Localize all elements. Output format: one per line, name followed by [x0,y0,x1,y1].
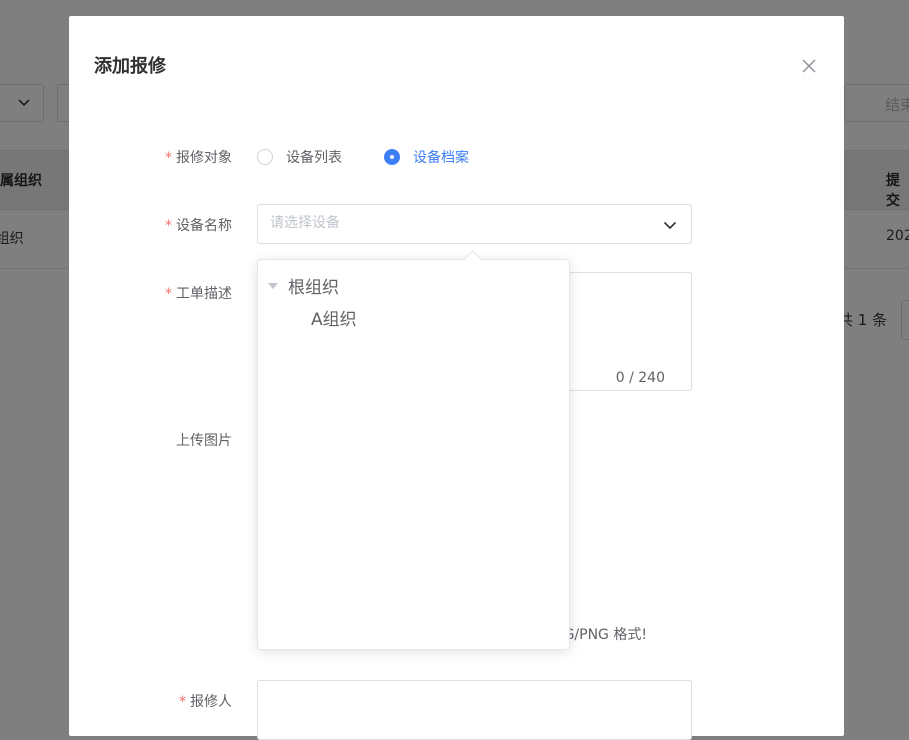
bg-date-range-input: 结束 [844,84,909,122]
required-mark: * [179,694,186,710]
radio-label: 设备列表 [286,150,342,166]
char-counter: 0 / 240 [615,370,665,386]
bg-page-size-select [901,300,909,340]
radio-label: 设备档案 [413,150,469,166]
bg-pagination-total: 共 1 条 [838,311,888,329]
description-label-text: 工单描述 [176,286,232,302]
dialog-title: 添加报修 [94,56,166,77]
target-label: * 报修对象 [112,147,232,167]
reporter-label: * 报修人 [112,691,232,711]
caret-down-icon[interactable] [268,282,278,289]
device-label: * 设备名称 [112,215,232,235]
bg-th-org: 所属组织 [0,173,42,189]
required-mark: * [165,150,172,166]
radio-dot [384,149,400,165]
chevron-down-icon[interactable] [663,219,677,231]
radio-device-archive[interactable]: 设备档案 [384,147,469,167]
description-label: * 工单描述 [112,283,232,303]
bg-td-org: A组织 [0,231,24,247]
tree-node-child[interactable]: A组织 [311,305,357,330]
required-mark: * [165,218,172,234]
device-label-text: 设备名称 [176,218,232,234]
bg-filter-select [0,84,44,122]
target-label-text: 报修对象 [176,150,232,166]
tree-node-root[interactable]: 根组织 [268,273,339,298]
upload-label-text: 上传图片 [176,433,232,449]
bg-date-end-placeholder: 结束 [885,96,909,114]
device-select-input[interactable] [270,215,630,231]
reporter-input[interactable] [257,680,692,740]
tree-node-label: A组织 [311,310,357,330]
radio-dot [257,149,273,165]
required-mark: * [165,286,172,302]
device-tree-dropdown: 根组织 A组织 [257,250,570,650]
tree-node-label: 根组织 [288,278,339,298]
radio-device-list[interactable]: 设备列表 [257,147,342,167]
upload-label: 上传图片 [112,430,232,450]
bg-th-submitted: 提交 [886,173,900,209]
close-icon[interactable] [800,57,818,75]
device-select[interactable] [257,204,692,244]
chevron-down-icon [18,99,30,107]
bg-td-submitted: 202 [886,228,909,244]
reporter-label-text: 报修人 [190,694,232,710]
